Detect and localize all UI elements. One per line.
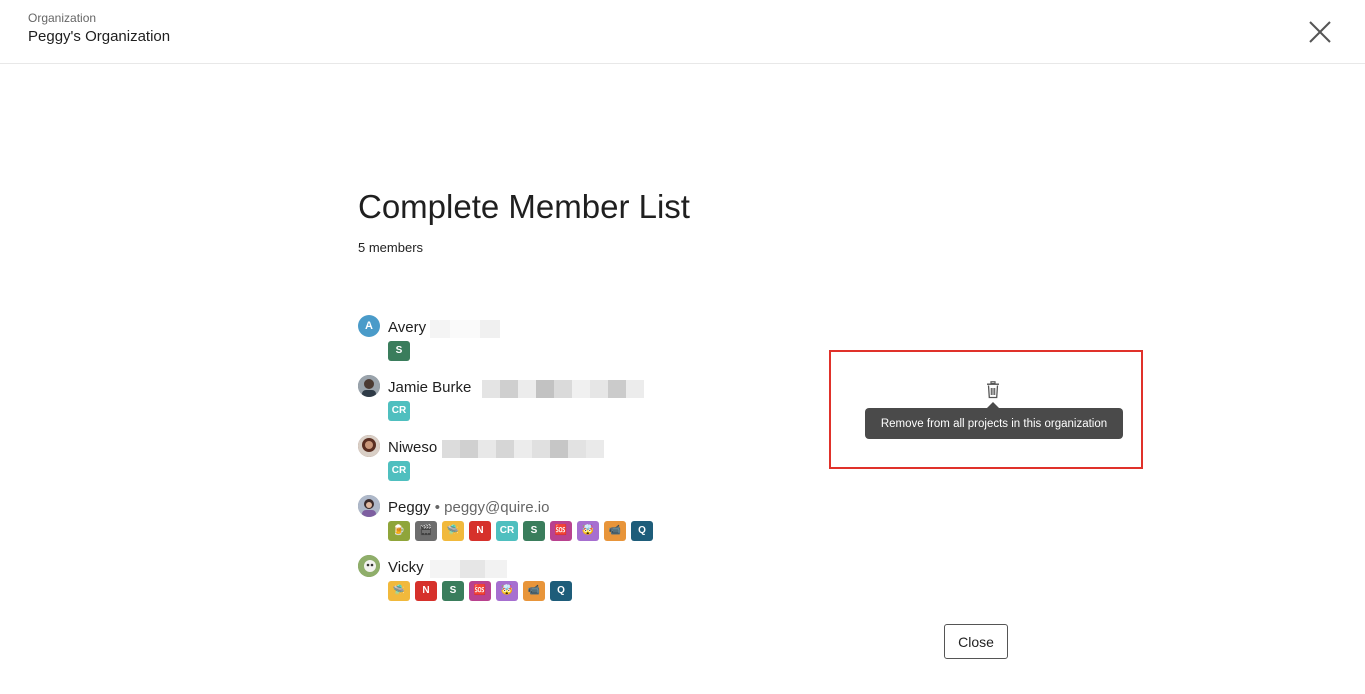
member-row: Niweso CR [358, 435, 778, 495]
project-badge[interactable]: N [469, 521, 491, 541]
avatar-photo [358, 435, 380, 457]
member-row: A Avery S [358, 315, 778, 375]
avatar-photo [358, 495, 380, 517]
project-badge[interactable]: CR [388, 461, 410, 481]
project-badge[interactable]: 🤯 [496, 581, 518, 601]
project-list: CR [388, 461, 410, 481]
project-badge[interactable]: 🎬 [415, 521, 437, 541]
project-badge[interactable]: 📹 [523, 581, 545, 601]
redacted-email [430, 560, 507, 578]
avatar[interactable]: A [358, 315, 380, 337]
project-badge[interactable]: 🛸 [442, 521, 464, 541]
project-badge[interactable]: Q [550, 581, 572, 601]
project-badge[interactable]: S [388, 341, 410, 361]
avatar[interactable] [358, 435, 380, 457]
project-badge[interactable]: CR [388, 401, 410, 421]
project-badge[interactable]: 🛸 [388, 581, 410, 601]
member-name: Avery [388, 319, 427, 336]
member-name: Vicky [388, 559, 424, 576]
project-badge[interactable]: Q [631, 521, 653, 541]
avatar-photo [358, 555, 380, 577]
close-button[interactable]: Close [944, 624, 1008, 659]
redacted-email [482, 380, 644, 398]
name-separator: • [430, 499, 445, 516]
avatar[interactable] [358, 375, 380, 397]
project-badge[interactable]: N [415, 581, 437, 601]
member-name: Niweso [388, 439, 438, 456]
project-list: CR [388, 401, 410, 421]
trash-icon[interactable] [985, 381, 1001, 399]
avatar[interactable] [358, 495, 380, 517]
project-badge[interactable]: S [442, 581, 464, 601]
project-badge[interactable]: 📹 [604, 521, 626, 541]
redacted-email [430, 320, 500, 338]
project-badge[interactable]: 🆘 [469, 581, 491, 601]
project-list: 🛸 N S 🆘 🤯 📹 Q [388, 581, 572, 601]
member-count: 5 members [358, 240, 424, 255]
avatar-letter: A [365, 320, 373, 332]
remove-tooltip: Remove from all projects in this organiz… [865, 408, 1123, 439]
redacted-email [442, 440, 604, 458]
member-email: peggy@quire.io [444, 499, 550, 516]
member-row: Vicky 🛸 N S 🆘 🤯 📹 Q [358, 555, 778, 615]
member-row: Jamie Burke CR [358, 375, 778, 435]
avatar-photo [358, 375, 380, 397]
project-list: 🍺 🎬 🛸 N CR S 🆘 🤯 📹 Q [388, 521, 653, 541]
dialog-header: Organization Peggy's Organization [0, 0, 1365, 64]
close-icon[interactable] [1306, 18, 1334, 46]
project-badge[interactable]: 🤯 [577, 521, 599, 541]
member-name: Peggy • peggy@quire.io [388, 499, 549, 516]
project-badge[interactable]: 🆘 [550, 521, 572, 541]
member-list: A Avery S Jamie Burke CR Niweso CR Peggy… [358, 315, 778, 615]
org-name: Peggy's Organization [28, 28, 171, 45]
project-badge[interactable]: CR [496, 521, 518, 541]
member-name: Jamie Burke [388, 379, 472, 396]
project-list: S [388, 341, 410, 361]
member-name-text: Peggy [388, 499, 431, 516]
avatar[interactable] [358, 555, 380, 577]
member-row: Peggy • peggy@quire.io 🍺 🎬 🛸 N CR S 🆘 🤯 📹 Q [358, 495, 778, 555]
page-title: Complete Member List [358, 188, 690, 225]
project-badge[interactable]: S [523, 521, 545, 541]
org-caption: Organization [28, 11, 97, 25]
project-badge[interactable]: 🍺 [388, 521, 410, 541]
